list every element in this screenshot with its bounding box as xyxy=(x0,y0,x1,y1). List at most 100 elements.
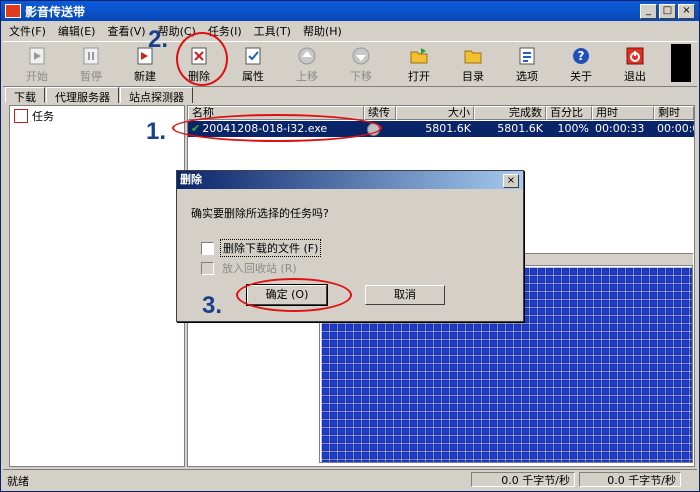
block-cell xyxy=(545,307,554,316)
block-cell xyxy=(673,299,682,308)
col-resume[interactable]: 续传 xyxy=(364,106,396,120)
properties-button[interactable]: 属性 xyxy=(229,44,277,84)
exit-button[interactable]: 退出 xyxy=(611,44,659,84)
checkbox-box[interactable] xyxy=(201,241,214,255)
block-cell xyxy=(577,355,586,364)
dialog-close-button[interactable]: × xyxy=(503,174,519,188)
block-cell xyxy=(489,355,498,364)
block-cell xyxy=(609,395,618,404)
block-cell xyxy=(329,347,338,356)
block-cell xyxy=(585,435,594,444)
menu-tools[interactable]: 工具(T) xyxy=(248,23,297,39)
col-done[interactable]: 完成数 xyxy=(474,106,546,120)
tab-download[interactable]: 下载 xyxy=(5,87,45,104)
block-cell xyxy=(425,331,434,340)
start-button[interactable]: 开始 xyxy=(13,44,61,84)
menu-edit[interactable]: 编辑(E) xyxy=(52,23,102,39)
block-cell xyxy=(529,451,538,460)
block-cell xyxy=(537,411,546,420)
block-cell xyxy=(545,291,554,300)
close-button[interactable]: × xyxy=(678,4,695,19)
block-cell xyxy=(433,403,442,412)
tab-site-probe[interactable]: 站点探测器 xyxy=(120,87,193,104)
block-cell xyxy=(673,403,682,412)
block-cell xyxy=(417,451,426,460)
block-cell xyxy=(433,411,442,420)
block-cell xyxy=(457,323,466,332)
block-cell xyxy=(513,403,522,412)
block-cell xyxy=(473,459,482,462)
block-cell xyxy=(649,339,658,348)
delete-files-checkbox[interactable]: 删除下载的文件 (F) xyxy=(201,239,322,257)
annotation-step-2: 2. xyxy=(148,26,169,53)
directory-button[interactable]: 目录 xyxy=(449,44,497,84)
block-cell xyxy=(329,363,338,372)
block-cell xyxy=(393,339,402,348)
block-cell xyxy=(457,339,466,348)
block-cell xyxy=(441,411,450,420)
block-cell xyxy=(353,323,362,332)
block-cell xyxy=(553,315,562,324)
block-cell xyxy=(657,371,666,380)
block-cell xyxy=(553,371,562,380)
checkbox-box[interactable] xyxy=(201,261,214,275)
move-up-button[interactable]: 上移 xyxy=(283,44,331,84)
options-button[interactable]: 选项 xyxy=(503,44,551,84)
col-elapsed[interactable]: 用时 xyxy=(592,106,654,120)
block-cell xyxy=(401,339,410,348)
block-cell xyxy=(385,371,394,380)
task-icon xyxy=(14,109,28,123)
col-percent[interactable]: 百分比 xyxy=(546,106,592,120)
block-cell xyxy=(537,371,546,380)
block-cell xyxy=(321,459,330,462)
block-cell xyxy=(665,363,674,372)
block-cell xyxy=(569,395,578,404)
move-down-button[interactable]: 下移 xyxy=(337,44,385,84)
minimize-button[interactable]: _ xyxy=(640,4,657,19)
block-cell xyxy=(513,323,522,332)
maximize-button[interactable]: □ xyxy=(659,4,676,19)
block-cell xyxy=(465,347,474,356)
block-cell xyxy=(521,419,530,428)
block-cell xyxy=(353,371,362,380)
menu-view[interactable]: 查看(V) xyxy=(101,23,151,39)
block-cell xyxy=(545,443,554,452)
block-cell xyxy=(465,395,474,404)
col-size[interactable]: 大小 xyxy=(396,106,474,120)
block-cell xyxy=(401,331,410,340)
block-cell xyxy=(473,347,482,356)
menu-help[interactable]: 帮助(H) xyxy=(297,23,348,39)
block-cell xyxy=(545,371,554,380)
block-cell xyxy=(329,403,338,412)
task-tree[interactable]: 任务 xyxy=(9,105,185,467)
block-cell xyxy=(353,395,362,404)
dialog-title: 删除 xyxy=(177,171,523,189)
menu-file[interactable]: 文件(F) xyxy=(3,23,52,39)
tab-proxy[interactable]: 代理服务器 xyxy=(46,87,119,104)
block-cell xyxy=(561,459,570,462)
block-cell xyxy=(329,323,338,332)
open-button[interactable]: 打开 xyxy=(395,44,443,84)
block-cell xyxy=(601,355,610,364)
pause-button[interactable]: 暂停 xyxy=(67,44,115,84)
block-cell xyxy=(673,395,682,404)
block-cell xyxy=(553,379,562,388)
block-cell xyxy=(377,363,386,372)
block-cell xyxy=(537,451,546,460)
block-cell xyxy=(337,323,346,332)
block-cell xyxy=(457,419,466,428)
block-cell xyxy=(585,307,594,316)
recycle-bin-checkbox[interactable]: 放入回收站 (R) xyxy=(201,260,299,276)
block-cell xyxy=(617,451,626,460)
block-cell xyxy=(393,435,402,444)
block-cell xyxy=(617,315,626,324)
block-cell xyxy=(689,459,692,462)
about-button[interactable]: ? 关于 xyxy=(557,44,605,84)
block-cell xyxy=(441,355,450,364)
block-cell xyxy=(385,355,394,364)
cancel-button[interactable]: 取消 xyxy=(365,285,445,305)
block-cell xyxy=(361,387,370,396)
col-remaining[interactable]: 剩时 xyxy=(654,106,694,120)
block-cell xyxy=(569,283,578,292)
block-cell xyxy=(537,395,546,404)
